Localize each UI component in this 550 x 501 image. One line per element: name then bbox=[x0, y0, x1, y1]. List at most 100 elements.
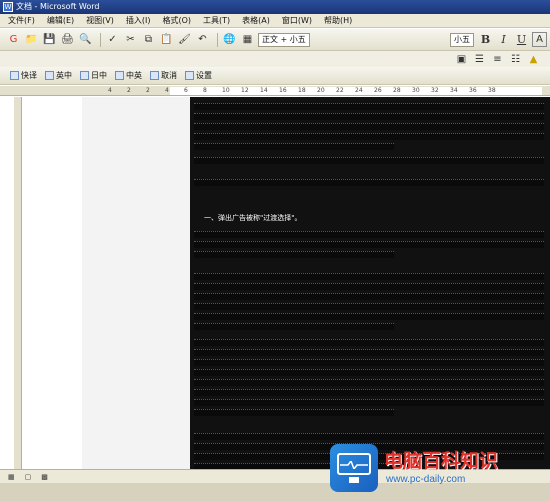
monitor-logo-icon bbox=[330, 444, 378, 492]
paste-icon[interactable]: 📋 bbox=[159, 32, 174, 47]
ruler-tick-label: 24 bbox=[355, 87, 363, 94]
selected-text-line bbox=[194, 349, 544, 356]
selected-text-line bbox=[194, 241, 544, 248]
selected-text-line bbox=[194, 389, 544, 396]
save-icon[interactable]: 💾 bbox=[42, 32, 57, 47]
numbering-icon[interactable]: ☷ bbox=[508, 52, 523, 67]
table-icon[interactable]: ▦ bbox=[240, 32, 255, 47]
title-bar: W 文档 - Microsoft Word bbox=[0, 0, 550, 14]
bold-button[interactable]: B bbox=[478, 32, 493, 47]
selected-text-line bbox=[194, 409, 394, 416]
quick-translate-button[interactable]: 快译 bbox=[10, 70, 37, 81]
formatting-toolbar-row2: ▣ ☰ ≡ ☷ ▲ bbox=[0, 51, 550, 67]
selected-text-line bbox=[194, 303, 544, 310]
menu-help[interactable]: 帮助(H) bbox=[324, 15, 352, 26]
view-print-icon[interactable]: ▩ bbox=[41, 473, 48, 481]
italic-button[interactable]: I bbox=[496, 32, 511, 47]
menu-window[interactable]: 窗口(W) bbox=[282, 15, 312, 26]
chinese-english-button[interactable]: 中英 bbox=[115, 70, 142, 81]
menu-format[interactable]: 格式(O) bbox=[162, 15, 191, 26]
view-web-icon[interactable]: ▢ bbox=[25, 473, 32, 481]
settings-icon bbox=[185, 71, 194, 80]
menu-table[interactable]: 表格(A) bbox=[242, 15, 270, 26]
selected-text-line bbox=[194, 231, 544, 238]
format-painter-icon[interactable]: 🖌 bbox=[177, 32, 192, 47]
window-title: 文档 - Microsoft Word bbox=[16, 2, 100, 11]
selected-text-line bbox=[194, 379, 544, 386]
menu-file[interactable]: 文件(F) bbox=[8, 15, 35, 26]
ruler-tick-label: 18 bbox=[298, 87, 306, 94]
line-spacing-icon[interactable]: ≡ bbox=[490, 52, 505, 67]
font-size-combo[interactable]: 小五 bbox=[450, 32, 474, 47]
font-color-button[interactable]: A bbox=[532, 32, 547, 47]
document-heading: 一、弹出广告被称"过渡选择"。 bbox=[204, 214, 302, 222]
selected-text-line bbox=[194, 273, 544, 280]
selected-text-line bbox=[194, 293, 544, 300]
spelling-icon[interactable]: ✓ bbox=[105, 32, 120, 47]
selected-text-line bbox=[194, 113, 544, 120]
watermark-url: www.pc-daily.com bbox=[386, 474, 466, 485]
ruler-tick-label: 12 bbox=[241, 87, 249, 94]
menu-view[interactable]: 视图(V) bbox=[86, 15, 114, 26]
ruler-tick-label: 22 bbox=[336, 87, 344, 94]
site-watermark: 电脑百科知识 www.pc-daily.com bbox=[330, 440, 545, 496]
selected-text-line bbox=[194, 359, 544, 366]
highlight-icon[interactable]: ▲ bbox=[526, 52, 541, 67]
style-combo[interactable]: 正文 + 小五 bbox=[258, 32, 310, 47]
hyperlink-icon[interactable]: 🌐 bbox=[222, 32, 237, 47]
selected-text-line bbox=[194, 133, 544, 140]
cut-icon[interactable]: ✂ bbox=[123, 32, 138, 47]
toolbar-separator bbox=[217, 32, 218, 47]
new-document-icon[interactable]: G bbox=[6, 32, 21, 47]
selected-text-line bbox=[194, 339, 544, 346]
border-icon[interactable]: ▣ bbox=[454, 52, 469, 67]
menu-tools[interactable]: 工具(T) bbox=[203, 15, 230, 26]
selected-text-line bbox=[194, 123, 544, 130]
selected-text-line bbox=[194, 251, 394, 258]
selected-text-line bbox=[194, 143, 394, 150]
document-area[interactable]: 一、弹出广告被称"过渡选择"。 bbox=[22, 97, 550, 469]
open-folder-icon[interactable]: 📁 bbox=[24, 32, 39, 47]
ruler-tick-label: 30 bbox=[412, 87, 420, 94]
english-chinese-button[interactable]: 英中 bbox=[45, 70, 72, 81]
ruler-tick-label: 4 bbox=[165, 87, 169, 94]
print-icon[interactable]: 🖨 bbox=[60, 32, 75, 47]
horizontal-ruler[interactable]: 4 2 2 4 6 8 10 12 14 16 18 20 22 24 26 28 30 32 34 36 38 bbox=[0, 86, 550, 96]
selected-text-line bbox=[194, 433, 544, 440]
japanese-chinese-button[interactable]: 日中 bbox=[80, 70, 107, 81]
menu-edit[interactable]: 编辑(E) bbox=[47, 15, 74, 26]
menu-insert[interactable]: 插入(I) bbox=[126, 15, 151, 26]
chinese-english-icon bbox=[115, 71, 124, 80]
ruler-tick-label: 2 bbox=[146, 87, 150, 94]
ruler-tick-label: 6 bbox=[184, 87, 188, 94]
selected-text-line bbox=[194, 369, 544, 376]
selected-text-line bbox=[194, 179, 544, 186]
english-chinese-icon bbox=[45, 71, 54, 80]
page-margin-area bbox=[82, 97, 190, 469]
selected-text-line bbox=[194, 103, 544, 110]
ruler-tick-label: 4 bbox=[108, 87, 112, 94]
ruler-tick-label: 8 bbox=[203, 87, 207, 94]
document-page-selected[interactable]: 一、弹出广告被称"过渡选择"。 bbox=[190, 97, 550, 469]
menu-bar: 文件(F) 编辑(E) 视图(V) 插入(I) 格式(O) 工具(T) 表格(A… bbox=[0, 14, 550, 28]
print-preview-icon[interactable]: 🔍 bbox=[78, 32, 93, 47]
settings-button[interactable]: 设置 bbox=[185, 70, 212, 81]
selected-text-line bbox=[194, 313, 544, 320]
view-normal-icon[interactable]: ▦ bbox=[8, 473, 15, 481]
copy-icon[interactable]: ⧉ bbox=[141, 32, 156, 47]
ruler-tick-label: 2 bbox=[127, 87, 131, 94]
align-justify-icon[interactable]: ☰ bbox=[472, 52, 487, 67]
ruler-tick-label: 10 bbox=[222, 87, 230, 94]
word-app-icon[interactable]: W bbox=[3, 2, 13, 12]
quick-translate-icon bbox=[10, 71, 19, 80]
ruler-ticks: 4 2 2 4 6 8 10 12 14 16 18 20 22 24 26 28 30 32 34 36 38 bbox=[0, 86, 550, 96]
standard-toolbar: G 📁 💾 🖨 🔍 ✓ ✂ ⧉ 📋 🖌 ↶ 🌐 ▦ 正文 + 小五 小五 B I… bbox=[0, 29, 550, 51]
undo-icon[interactable]: ↶ bbox=[195, 32, 210, 47]
ruler-tick-label: 32 bbox=[431, 87, 439, 94]
watermark-title: 电脑百科知识 bbox=[384, 450, 499, 472]
cancel-translate-icon bbox=[150, 71, 159, 80]
underline-button[interactable]: U bbox=[514, 32, 529, 47]
ruler-tick-label: 34 bbox=[450, 87, 458, 94]
cancel-translate-button[interactable]: 取消 bbox=[150, 70, 177, 81]
vertical-ruler[interactable] bbox=[14, 97, 22, 469]
